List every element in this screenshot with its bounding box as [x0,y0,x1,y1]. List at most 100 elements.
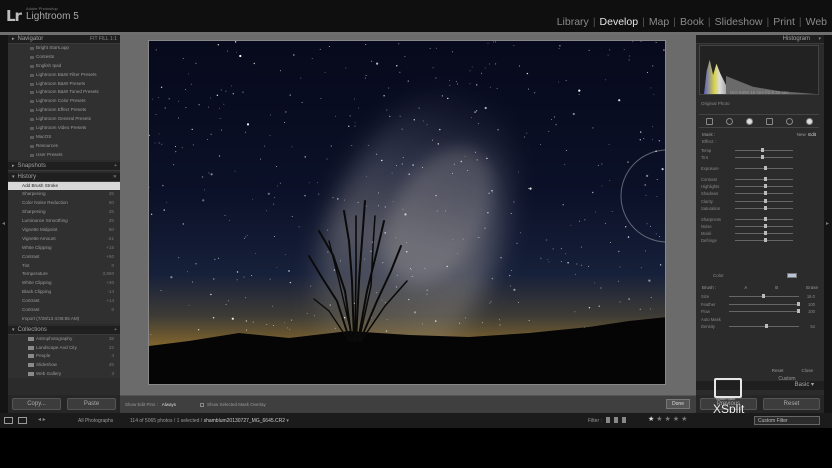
slider-knob[interactable] [764,238,767,243]
effect-slider[interactable]: Shadows [699,190,819,197]
slider-knob[interactable] [797,301,800,306]
slider-knob[interactable] [764,198,767,203]
history-step[interactable]: Color Noise Reduction 50 [8,199,120,208]
graduated-filter-icon[interactable] [765,117,773,125]
navigator-header[interactable]: ▸ Navigator FIT FILL 1:1 [8,35,120,44]
history-step[interactable]: Vignette Midpoint 50 [8,226,120,235]
preset-folder[interactable]: Contests [8,53,120,62]
history-step[interactable]: Sharpening 25 [8,190,120,199]
done-button[interactable]: Done [666,399,690,409]
flag-icon[interactable] [606,417,610,423]
slider-knob[interactable] [764,230,767,235]
slider-knob[interactable] [764,191,767,196]
paste-button[interactable]: Paste [67,398,116,410]
module-web[interactable]: Web [804,16,829,28]
module-library[interactable]: Library [555,16,591,28]
flag-icon[interactable] [622,417,626,423]
right-edge-toggle[interactable]: ▸ [824,35,832,413]
slider-knob[interactable] [762,294,765,298]
history-step[interactable]: Temperature 3,900 [8,270,120,279]
nav-arrows[interactable]: ◂ ▸ [38,416,46,423]
collection-item[interactable]: Slideshow 45 [8,361,120,370]
left-edge-toggle[interactable]: ◂ [0,35,8,413]
brush-slider[interactable]: Flow 100 [699,308,819,316]
effect-slider[interactable]: Moiré [699,230,819,237]
history-step[interactable]: Contrast +14 [8,297,120,306]
history-step[interactable]: Black Clipping -14 [8,288,120,297]
edit-pins-select[interactable]: Always [162,402,176,407]
history-step[interactable]: White Clipping +15 [8,244,120,253]
copy-button[interactable]: Copy... [12,398,61,410]
navigator-zoom-options[interactable]: FIT FILL 1:1 [90,35,117,44]
effect-slider[interactable]: Clarity [699,198,819,205]
slider-knob[interactable] [764,324,768,328]
slider-knob[interactable] [764,216,767,221]
slider-knob[interactable] [797,309,800,313]
radial-filter-icon[interactable] [785,117,793,125]
mask-overlay-checkbox[interactable]: Show Selected Mask Overlay [200,402,266,407]
preset-folder[interactable]: Bright Stars.app [8,44,120,53]
history-step[interactable]: Add Brush Stroke [8,181,120,191]
collection-item[interactable]: Landscape And City 22 [8,344,120,353]
reset-button[interactable]: Reset [763,398,820,410]
flag-icon[interactable] [614,417,618,423]
slider-knob[interactable] [764,205,767,210]
brush-slider[interactable]: Size 18.0 [699,293,819,301]
effect-slider[interactable]: Exposure [699,165,819,172]
reset-link[interactable]: Reset [772,368,784,373]
effect-slider[interactable]: Defringe [699,237,819,244]
brush-slider[interactable]: Density 54 [699,323,819,331]
red-eye-icon[interactable] [745,117,753,125]
histogram-graph[interactable] [699,45,819,95]
effect-slider[interactable]: Tint [699,154,819,161]
adjustment-brush-icon[interactable] [805,117,813,125]
effect-slider[interactable]: Contrast [699,176,819,183]
preset-folder[interactable]: User Presets [8,151,120,160]
add-collection-icon[interactable]: + [114,326,117,335]
preset-folder[interactable]: Lightroom Video Presets [8,124,120,133]
module-map[interactable]: Map [647,16,671,28]
snapshots-header[interactable]: ▸ Snapshots + [8,161,120,171]
add-snapshot-icon[interactable]: + [114,162,117,171]
milky-way-photo[interactable] [148,40,666,385]
brush-erase[interactable]: Erase [806,285,818,290]
history-step[interactable]: Tint 0 [8,262,120,271]
collection-item[interactable]: People 4 [8,352,120,361]
preset-folder[interactable]: Lightroom B&W Toned Presets [8,88,120,97]
mask-new-button[interactable]: New [797,132,806,137]
crop-tool-icon[interactable] [705,117,713,125]
close-link[interactable]: Close [801,368,813,373]
module-develop[interactable]: Develop [598,16,641,28]
history-header[interactable]: ▾ History ✕ [8,172,120,182]
source-label[interactable]: All Photographs [78,418,113,424]
spot-removal-icon[interactable] [725,117,733,125]
wb-custom[interactable]: Custom [752,376,822,382]
brush-b[interactable]: B [775,285,778,290]
mask-edit-button[interactable]: Edit [808,132,816,137]
slider-knob[interactable] [764,177,767,182]
slider-knob[interactable] [764,184,767,189]
preset-folder[interactable]: Lightroom B&W Presets [8,80,120,89]
history-step[interactable]: Luminance Smoothing 25 [8,217,120,226]
effect-slider[interactable]: Temp [699,147,819,154]
module-slideshow[interactable]: Slideshow [713,16,765,28]
original-photo-checkbox[interactable]: Original Photo [701,101,730,106]
history-step[interactable]: White Clipping +30 [8,279,120,288]
primary-window-icon[interactable] [4,417,13,424]
brush-a[interactable]: A [744,285,747,290]
collections-header[interactable]: ▾ Collections + [8,325,120,335]
preset-folder[interactable]: MacOS [8,133,120,142]
preset-folder[interactable]: Lightroom General Presets [8,115,120,124]
clear-history-icon[interactable]: ✕ [113,173,117,182]
slider-knob[interactable] [760,148,764,152]
brush-slider[interactable]: Feather 100 [699,301,819,309]
color-swatch[interactable] [787,273,797,278]
history-step[interactable]: Contrast 0 [8,306,120,315]
history-step[interactable]: Vignette Amount -21 [8,235,120,244]
rating-filter[interactable]: ★★★★★ [648,415,689,423]
module-print[interactable]: Print [771,16,797,28]
secondary-window-icon[interactable] [18,417,27,424]
slider-knob[interactable] [764,223,767,228]
preset-folder[interactable]: Lightroom Color Presets [8,97,120,106]
brush-slider[interactable]: Auto Mask [699,316,819,324]
